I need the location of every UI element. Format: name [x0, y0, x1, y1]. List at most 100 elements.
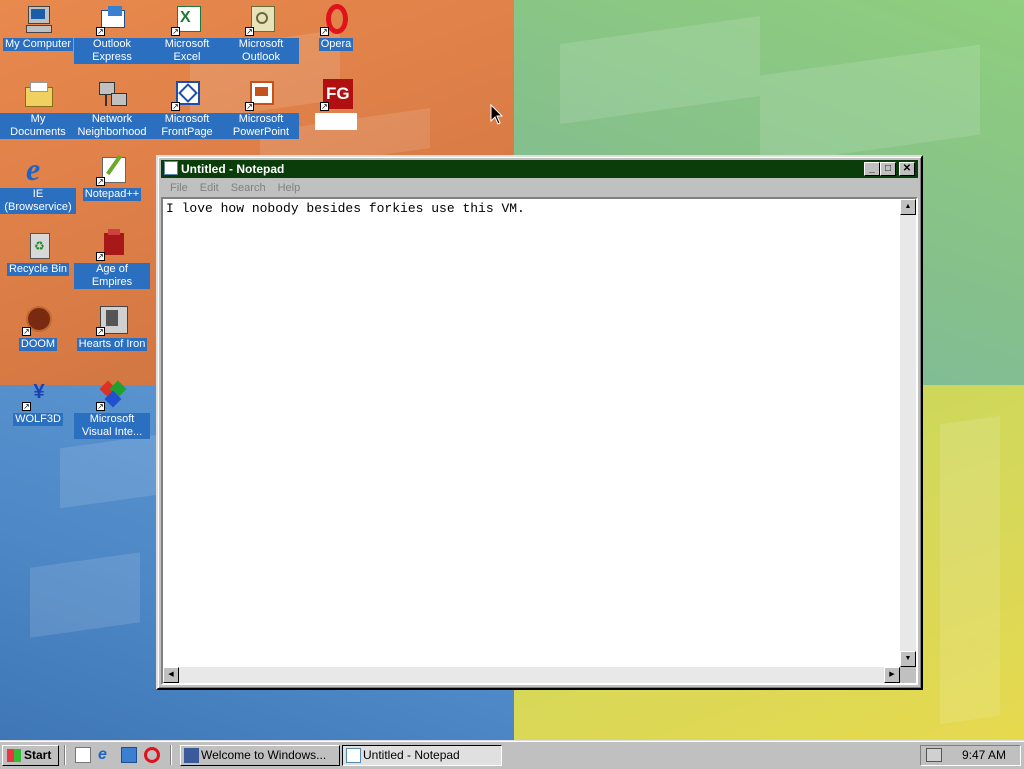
- mouse-cursor-icon: [490, 104, 504, 125]
- quicklaunch-notepad-icon[interactable]: [75, 747, 91, 763]
- recycle-bin-icon: ♻: [22, 229, 54, 261]
- scheduler-icon[interactable]: [926, 748, 942, 762]
- vertical-scrollbar[interactable]: ▲ ▼: [900, 199, 916, 667]
- desktop-icon-label: Network Neighborhood: [74, 113, 150, 139]
- desktop-icon-label: Microsoft Outlook: [223, 38, 299, 64]
- notepad-icon: [164, 161, 178, 175]
- desktop-icon-label: My Computer: [2, 38, 74, 51]
- desktop-icon-label: Microsoft Visual Inte...: [74, 413, 150, 439]
- arrow-left-icon: ◀: [168, 671, 174, 678]
- welcome-icon: [184, 748, 199, 763]
- taskbar-separator: [64, 745, 66, 765]
- task-welcome-to-windows[interactable]: Welcome to Windows...: [180, 745, 340, 766]
- desktop-icon-label: Hearts of Iron: [76, 338, 148, 351]
- scroll-left-button[interactable]: ◀: [163, 667, 179, 683]
- maximize-button[interactable]: □: [880, 162, 896, 176]
- clock[interactable]: 9:47 AM: [962, 746, 1006, 765]
- menu-edit[interactable]: Edit: [197, 180, 222, 196]
- outlook-express-icon: ↗: [96, 4, 128, 36]
- maximize-icon: □: [884, 163, 892, 174]
- fg-app-icon: FG ↗: [320, 79, 353, 111]
- desktop-icon-label: Microsoft Excel: [149, 38, 225, 64]
- desktop-icon-notepad-plus[interactable]: ↗ Notepad++: [74, 152, 150, 222]
- desktop-icon-wolf3d[interactable]: ¥ ↗ WOLF3D: [0, 377, 76, 447]
- close-button[interactable]: ✕: [899, 162, 915, 176]
- desktop-icon-label: WOLF3D: [13, 413, 63, 426]
- frontpage-icon: ↗: [171, 79, 203, 111]
- desktop-icon-ie[interactable]: e IE (Browservice): [0, 152, 76, 222]
- scroll-right-button[interactable]: ▶: [884, 667, 900, 683]
- arrow-right-icon: ▶: [889, 671, 895, 678]
- task-label: Welcome to Windows...: [201, 748, 327, 762]
- scroll-up-button[interactable]: ▲: [900, 199, 916, 215]
- desktop-icon-label: Age of Empires: [74, 263, 150, 289]
- minimize-button[interactable]: _: [864, 162, 880, 176]
- notepad-plus-icon: ↗: [96, 154, 128, 186]
- desktop-icon-outlook-express[interactable]: ↗ Outlook Express: [74, 2, 150, 72]
- taskbar-separator: [170, 745, 172, 765]
- resize-grip[interactable]: [900, 667, 916, 683]
- start-label: Start: [24, 748, 52, 762]
- menu-help[interactable]: Help: [275, 180, 304, 196]
- folder-icon: [22, 79, 54, 111]
- desktop-icon-microsoft-powerpoint[interactable]: ↗ Microsoft PowerPoint: [223, 77, 299, 147]
- start-button[interactable]: Start: [2, 745, 59, 766]
- opera-icon: ↗: [320, 4, 352, 36]
- internet-explorer-icon: e: [26, 151, 41, 187]
- desktop-icon-opera[interactable]: ↗ Opera: [298, 2, 374, 72]
- desktop-icon-label: My Documents: [0, 113, 76, 139]
- desktop-icon-my-documents[interactable]: My Documents: [0, 77, 76, 147]
- desktop-icon-label: Opera: [318, 38, 354, 51]
- close-icon: ✕: [902, 163, 912, 174]
- desktop-icon-label: Notepad++: [82, 188, 142, 201]
- powerpoint-icon: ↗: [245, 79, 277, 111]
- desktop-icon-doom[interactable]: ↗ DOOM: [0, 302, 76, 372]
- notepad-title-bar[interactable]: Untitled - Notepad _ □ ✕: [161, 160, 918, 178]
- desktop-icon-microsoft-outlook[interactable]: ↗ Microsoft Outlook: [223, 2, 299, 72]
- task-label: Untitled - Notepad: [363, 748, 460, 762]
- desktop-icon-microsoft-excel[interactable]: X ↗ Microsoft Excel: [149, 2, 225, 72]
- notepad-window[interactable]: Untitled - Notepad _ □ ✕ File Edit Search H…: [156, 155, 923, 690]
- desktop-icon-my-computer[interactable]: My Computer: [0, 2, 76, 72]
- outlook-icon: ↗: [245, 4, 277, 36]
- horizontal-scrollbar[interactable]: ◀ ▶: [163, 667, 900, 683]
- scroll-down-button[interactable]: ▼: [900, 651, 916, 667]
- arrow-down-icon: ▼: [904, 655, 912, 662]
- desktop-icon-microsoft-frontpage[interactable]: ↗ Microsoft FrontPage: [149, 77, 225, 147]
- network-icon: [96, 79, 128, 111]
- minimize-icon: _: [869, 163, 875, 174]
- desktop-icon-label: Recycle Bin: [6, 263, 70, 276]
- menu-bar: File Edit Search Help: [161, 180, 918, 198]
- text-editor-area[interactable]: I love how nobody besides forkies use th…: [161, 197, 918, 685]
- desktop-icon-label: Microsoft FrontPage: [149, 113, 225, 139]
- task-untitled-notepad[interactable]: Untitled - Notepad: [342, 745, 502, 766]
- desktop-icon-hearts-of-iron[interactable]: ↗ Hearts of Iron: [74, 302, 150, 372]
- age-of-empires-icon: ↗: [96, 229, 128, 261]
- notepad-icon: [346, 748, 361, 763]
- editor-text[interactable]: I love how nobody besides forkies use th…: [166, 201, 525, 216]
- quicklaunch-ie-icon[interactable]: e: [98, 747, 114, 763]
- menu-search[interactable]: Search: [228, 180, 269, 196]
- taskbar: Start e Welcome to Windows... Untitled -…: [0, 740, 1024, 769]
- desktop-icon-label: DOOM: [18, 338, 58, 351]
- desktop-icon-age-of-empires[interactable]: ↗ Age of Empires: [74, 227, 150, 297]
- desktop-icon-ms-visual-inter[interactable]: ↗ Microsoft Visual Inte...: [74, 377, 150, 447]
- desktop-icon-network-neighborhood[interactable]: Network Neighborhood: [74, 77, 150, 147]
- window-title: Untitled - Notepad: [181, 162, 285, 176]
- desktop-icon-label: [315, 113, 357, 130]
- desktop-icon-label: Microsoft PowerPoint: [223, 113, 299, 139]
- menu-file[interactable]: File: [167, 180, 191, 196]
- desktop-icon-recycle-bin[interactable]: ♻ Recycle Bin: [0, 227, 76, 297]
- system-tray: 9:47 AM: [920, 745, 1021, 766]
- quicklaunch-opera-icon[interactable]: [144, 747, 160, 763]
- quicklaunch-outlook-express-icon[interactable]: [121, 747, 137, 763]
- desktop-icon-label: IE (Browservice): [0, 188, 76, 214]
- arrow-up-icon: ▲: [904, 203, 912, 210]
- windows-flag-icon: [7, 749, 21, 762]
- visual-interdev-icon: ↗: [96, 379, 128, 411]
- computer-icon: [22, 4, 54, 36]
- doom-icon: ↗: [22, 304, 54, 336]
- desktop-icon-label: Outlook Express: [74, 38, 150, 64]
- desktop-icon-fg[interactable]: FG ↗: [298, 77, 374, 147]
- excel-icon: X ↗: [171, 4, 203, 36]
